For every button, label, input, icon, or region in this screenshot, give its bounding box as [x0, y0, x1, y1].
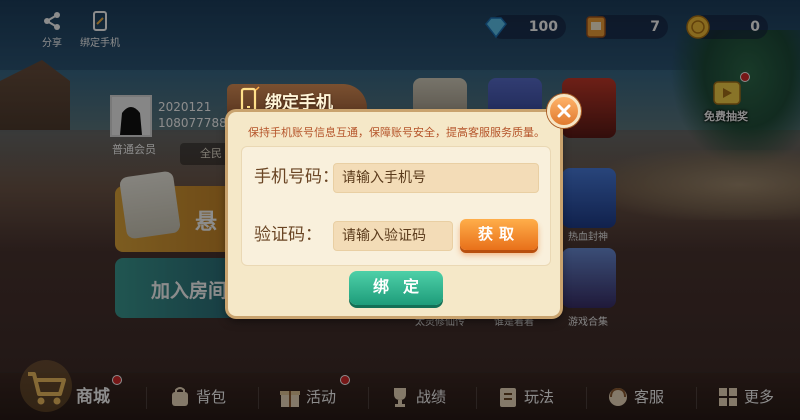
- dialog-note: 保持手机账号信息互通，保障账号安全，提高客服服务质量。: [248, 126, 545, 139]
- dialog-title: 绑定手机: [265, 93, 333, 113]
- code-label: 验证码：: [254, 225, 322, 245]
- phone-label: 手机号码：: [254, 167, 339, 187]
- bind-button[interactable]: 绑定: [349, 271, 443, 305]
- get-code-button[interactable]: 获取: [460, 219, 538, 250]
- close-icon: [557, 104, 571, 118]
- close-button[interactable]: [547, 94, 581, 128]
- phone-input[interactable]: [333, 163, 539, 193]
- verification-code-input[interactable]: [333, 221, 453, 251]
- phone-icon: [240, 86, 260, 113]
